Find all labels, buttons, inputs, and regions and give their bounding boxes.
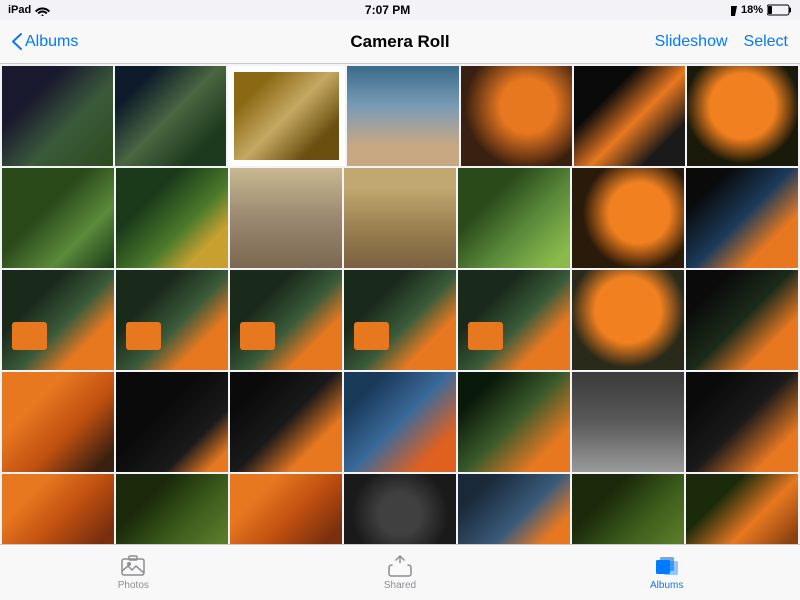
status-right: 18%: [725, 4, 792, 16]
tab-bar: Photos Shared Albums: [0, 544, 800, 600]
battery-label: 18%: [741, 4, 763, 16]
photo-cell[interactable]: [344, 270, 456, 370]
photo-cell[interactable]: [116, 168, 228, 268]
photos-icon: [121, 554, 145, 578]
photo-cell[interactable]: [572, 372, 684, 472]
photo-grid: [0, 64, 800, 544]
grid-row: [2, 168, 798, 268]
grid-row: [2, 474, 798, 544]
photo-cell[interactable]: [2, 168, 114, 268]
photo-cell[interactable]: [116, 372, 228, 472]
photo-cell[interactable]: [344, 372, 456, 472]
slideshow-button[interactable]: Slideshow: [655, 33, 728, 51]
tab-photos-label: Photos: [118, 580, 149, 591]
tab-shared[interactable]: Shared: [267, 550, 534, 595]
back-label: Albums: [25, 33, 78, 51]
shared-icon: [388, 554, 412, 578]
carrier-label: iPad: [8, 4, 31, 16]
select-button[interactable]: Select: [744, 33, 788, 51]
grid-row: [2, 66, 798, 166]
photo-cell[interactable]: [458, 270, 570, 370]
back-chevron-icon: [12, 33, 22, 50]
photo-cell[interactable]: [2, 474, 114, 544]
photo-cell[interactable]: [344, 168, 456, 268]
signal-icon: [725, 4, 737, 16]
photo-cell[interactable]: [686, 168, 798, 268]
photo-cell[interactable]: [458, 372, 570, 472]
photo-cell[interactable]: [572, 270, 684, 370]
battery-icon: [767, 4, 792, 16]
photo-cell[interactable]: [116, 474, 228, 544]
status-left: iPad: [8, 4, 50, 16]
nav-actions: Slideshow Select: [655, 33, 788, 51]
photo-cell[interactable]: [2, 66, 113, 166]
photo-cell[interactable]: [572, 474, 684, 544]
photo-cell[interactable]: [458, 474, 570, 544]
photo-cell[interactable]: [230, 270, 342, 370]
grid-row: [2, 372, 798, 472]
photo-cell[interactable]: [115, 66, 226, 166]
photo-cell[interactable]: [2, 270, 114, 370]
tab-albums[interactable]: Albums: [533, 550, 800, 595]
photo-cell[interactable]: [344, 474, 456, 544]
tab-albums-label: Albums: [650, 580, 683, 591]
time-display: 7:07 PM: [365, 3, 410, 17]
photo-cell[interactable]: [228, 66, 345, 166]
tab-shared-label: Shared: [384, 580, 416, 591]
page-title: Camera Roll: [350, 32, 449, 52]
wifi-icon: [35, 5, 50, 16]
photo-cell[interactable]: [687, 66, 798, 166]
photo-cell[interactable]: [461, 66, 572, 166]
photo-cell[interactable]: [574, 66, 685, 166]
grid-row: [2, 270, 798, 370]
photo-cell[interactable]: [230, 474, 342, 544]
photo-cell[interactable]: [572, 168, 684, 268]
nav-bar: Albums Camera Roll Slideshow Select: [0, 20, 800, 64]
status-bar: iPad 7:07 PM 18%: [0, 0, 800, 20]
photo-cell[interactable]: [347, 66, 458, 166]
photo-cell[interactable]: [230, 168, 342, 268]
photo-cell[interactable]: [686, 270, 798, 370]
photo-cell[interactable]: [230, 372, 342, 472]
photo-cell[interactable]: [686, 372, 798, 472]
photo-cell[interactable]: [2, 372, 114, 472]
photo-cell[interactable]: [116, 270, 228, 370]
tab-photos[interactable]: Photos: [0, 550, 267, 595]
photo-cell[interactable]: [686, 474, 798, 544]
back-button[interactable]: Albums: [12, 33, 78, 51]
albums-icon: [655, 554, 679, 578]
photo-cell[interactable]: [458, 168, 570, 268]
